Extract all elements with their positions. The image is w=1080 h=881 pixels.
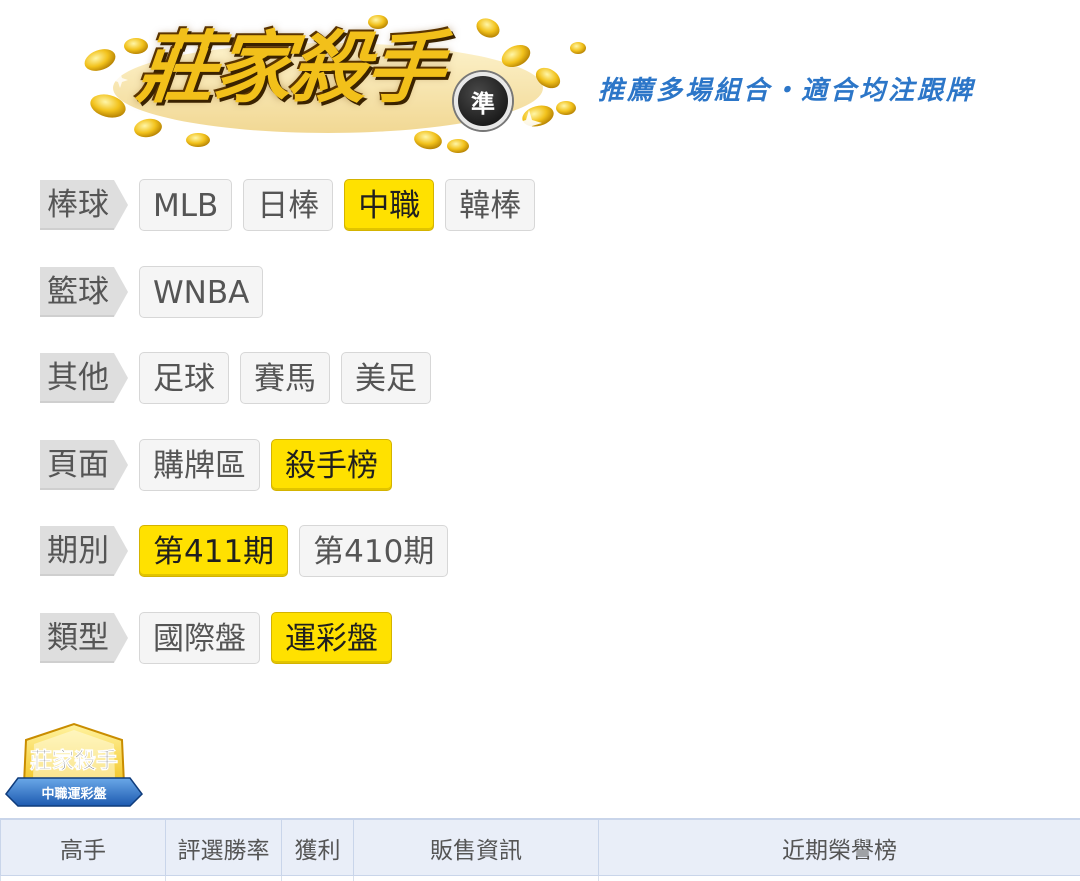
badge-ribbon: 中職運彩盤 — [41, 786, 107, 802]
logo-title: 莊家殺手 — [133, 23, 447, 114]
filter-label: 頁面 — [40, 439, 128, 490]
filter-label: 類型 — [40, 612, 128, 663]
filter-label: 棒球 — [40, 180, 128, 230]
filter-option-killer-ranking[interactable]: 殺手榜 — [271, 438, 392, 491]
filter-option-sports-lottery[interactable]: 運彩盤 — [271, 611, 392, 664]
filter-option-mlb[interactable]: MLB — [139, 179, 233, 231]
filter-option-wnba[interactable]: WNBA — [139, 265, 264, 318]
filter-row-page: 頁面 購牌區 殺手榜 — [40, 438, 1040, 492]
col-header-profit[interactable]: 獲利 — [281, 820, 353, 875]
page-header: 莊家殺手 準 推薦多場組合・適合均注跟牌 — [0, 0, 1080, 160]
filter-option-kbo[interactable]: 韓棒 — [445, 179, 536, 231]
filter-option-period-410[interactable]: 第410期 — [299, 525, 449, 577]
filter-option-purchase-area[interactable]: 購牌區 — [139, 438, 260, 491]
table-cell — [281, 876, 353, 881]
col-header-expert[interactable]: 高手 — [0, 820, 165, 875]
filter-panel: 棒球 MLB 日棒 中職 韓棒 籃球 WNBA 其他 足球 賽馬 美足 頁面 購… — [40, 178, 1040, 697]
filter-row-period: 期別 第411期 第410期 — [40, 524, 1040, 578]
zhuangjia-killer-logo[interactable]: 莊家殺手 準 — [78, 8, 588, 156]
filter-label: 期別 — [40, 526, 128, 576]
filter-option-npb[interactable]: 日棒 — [243, 179, 334, 231]
col-header-sales-info[interactable]: 販售資訊 — [353, 820, 598, 875]
filter-label: 籃球 — [40, 266, 128, 317]
filter-option-cpbl[interactable]: 中職 — [344, 179, 435, 231]
ranking-table-header: 高手 評選勝率 獲利 販售資訊 近期榮譽榜 — [0, 818, 1080, 876]
filter-label: 其他 — [40, 353, 128, 403]
filter-option-period-411[interactable]: 第411期 — [139, 525, 289, 577]
filter-option-soccer[interactable]: 足球 — [139, 352, 229, 404]
filter-option-horse-racing[interactable]: 賽馬 — [240, 352, 330, 404]
table-cell — [598, 876, 1080, 881]
filter-row-baseball: 棒球 MLB 日棒 中職 韓棒 — [40, 178, 1040, 232]
table-cell — [0, 876, 165, 881]
filter-row-other: 其他 足球 賽馬 美足 — [40, 351, 1040, 405]
slogan-text: 推薦多場組合・適合均注跟牌 — [598, 76, 976, 106]
badge-title: 莊家殺手 — [30, 748, 118, 774]
table-cell — [165, 876, 281, 881]
filter-option-american-football[interactable]: 美足 — [341, 352, 431, 404]
table-cell — [353, 876, 598, 881]
col-header-honor-list[interactable]: 近期榮譽榜 — [598, 820, 1080, 875]
logo-zhun-badge: 準 — [454, 72, 512, 130]
filter-option-international[interactable]: 國際盤 — [139, 611, 260, 664]
zhuangjia-killer-cpbl-badge: 莊家殺手 中職運彩盤 — [5, 722, 143, 807]
filter-row-basketball: 籃球 WNBA — [40, 265, 1040, 319]
filter-row-type: 類型 國際盤 運彩盤 — [40, 611, 1040, 665]
table-row — [0, 876, 1080, 881]
col-header-win-rate[interactable]: 評選勝率 — [165, 820, 281, 875]
